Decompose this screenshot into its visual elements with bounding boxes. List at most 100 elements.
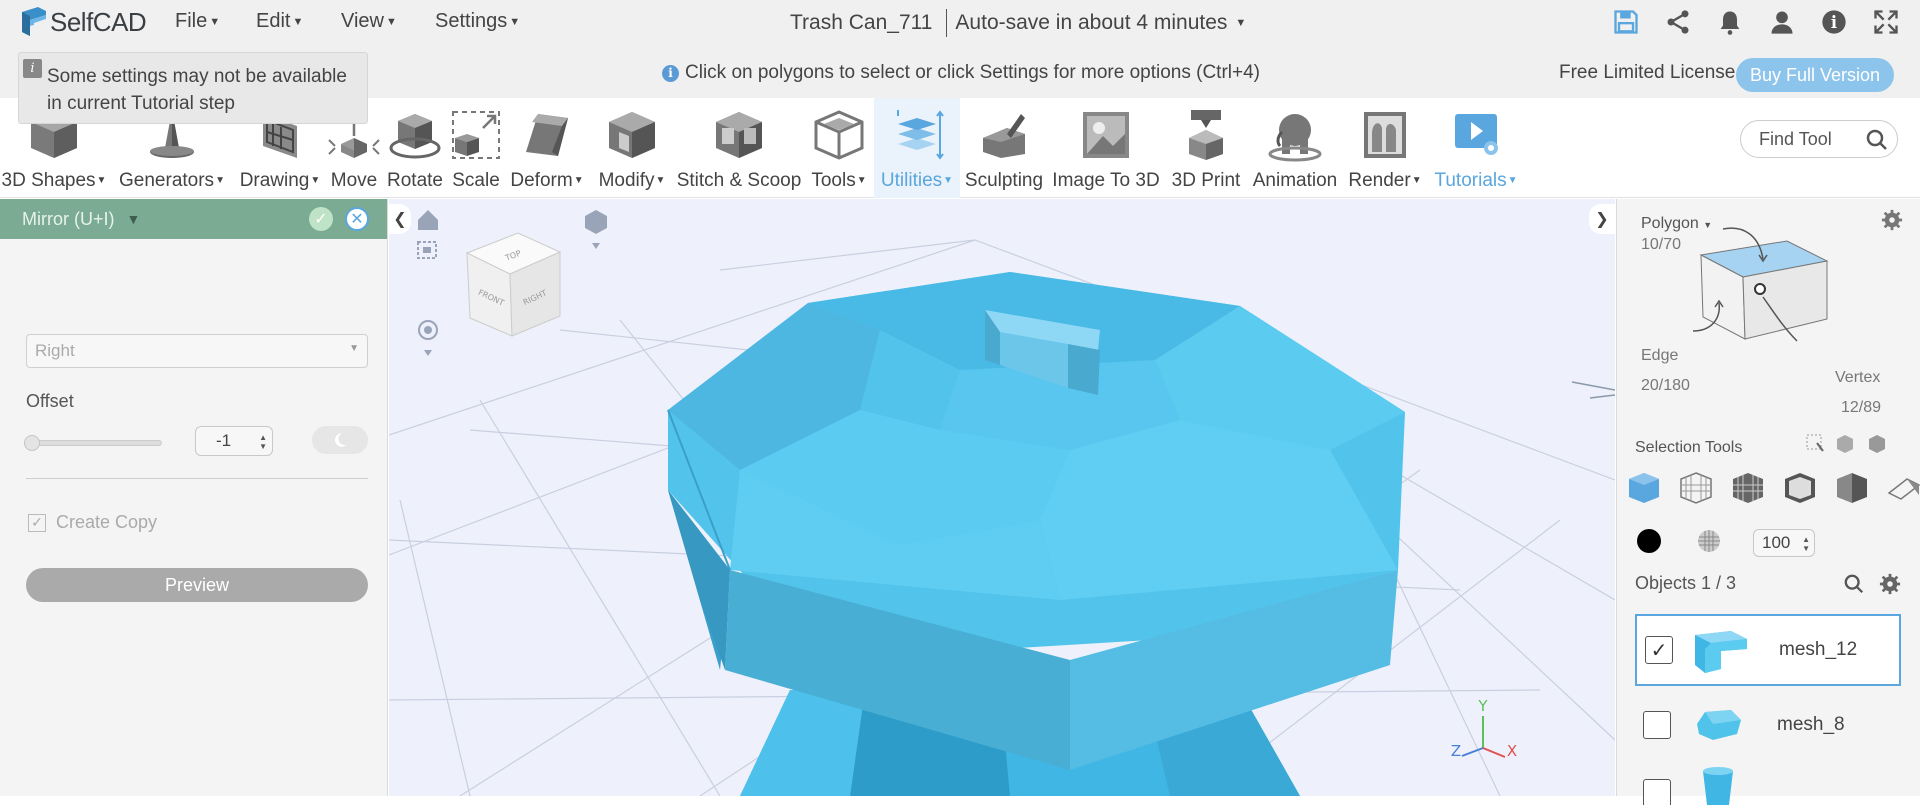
mesh-8-thumbnail: [1697, 710, 1741, 740]
tool-animation[interactable]: Animation: [1248, 98, 1342, 198]
user-icon[interactable]: [1768, 8, 1796, 36]
share-icon[interactable]: [1664, 8, 1692, 36]
confirm-icon[interactable]: ✓: [309, 207, 333, 231]
axis-x-label: X: [1507, 742, 1517, 760]
opacity-value: 100: [1762, 533, 1791, 552]
texture-icon[interactable]: [1697, 529, 1721, 553]
sculpting-icon: [983, 114, 1025, 158]
tool-tools[interactable]: Tools▼: [808, 98, 870, 198]
buy-full-version-button[interactable]: Buy Full Version: [1736, 58, 1894, 92]
expand-right-panel-icon[interactable]: ❯: [1589, 204, 1615, 234]
magnet-toggle[interactable]: [312, 426, 368, 454]
tool-scale[interactable]: Scale: [450, 98, 502, 198]
offset-slider-thumb[interactable]: [24, 435, 40, 451]
select-wireframe-icon[interactable]: [1679, 471, 1713, 505]
menu-view[interactable]: View ▼: [341, 10, 397, 33]
preview-button[interactable]: Preview: [26, 568, 368, 602]
edge-count: 20/180: [1641, 377, 1690, 394]
offset-stepper[interactable]: -1 ▲ ▼: [195, 426, 273, 456]
tool-3d-print-label: 3D Print: [1171, 170, 1241, 191]
select-volume-icon[interactable]: [1835, 471, 1869, 505]
find-tool-placeholder: Find Tool: [1759, 128, 1832, 149]
gear-icon[interactable]: [1879, 573, 1901, 595]
trash-can-mesh[interactable]: [667, 272, 1405, 796]
checkbox-icon[interactable]: ✓: [1645, 636, 1673, 664]
tool-sculpting[interactable]: Sculpting: [962, 98, 1046, 198]
find-tool-search[interactable]: Find Tool: [1740, 120, 1898, 158]
3d-viewport[interactable]: TOP FRONT RIGHT Y X Z: [389, 199, 1615, 796]
view-cube[interactable]: TOP FRONT RIGHT: [465, 232, 562, 337]
search-icon[interactable]: [1865, 128, 1889, 152]
stitch-scoop-icon: [716, 112, 762, 158]
home-view-icon[interactable]: [418, 210, 438, 230]
vertex-label[interactable]: Vertex: [1835, 369, 1880, 387]
tool-render[interactable]: Render▼: [1346, 98, 1424, 198]
tool-stitch-scoop[interactable]: Stitch & Scoop: [676, 98, 802, 198]
tutorial-notice-text: Some settings may not be available in cu…: [47, 66, 347, 114]
checkbox-icon[interactable]: [1643, 779, 1671, 805]
tool-deform[interactable]: Deform▼: [506, 98, 588, 198]
menu-edit[interactable]: Edit ▼: [256, 10, 303, 33]
object-row-partial[interactable]: [1635, 765, 1901, 805]
gear-icon[interactable]: [1881, 209, 1903, 231]
caret-down-icon[interactable]: ▼: [127, 211, 141, 227]
tool-3d-print[interactable]: 3D Print: [1166, 98, 1246, 198]
tool-image-to-3d[interactable]: Image To 3D: [1052, 98, 1160, 198]
save-icon[interactable]: [1612, 8, 1640, 36]
select-grid-icon[interactable]: [1731, 471, 1765, 505]
menu-settings[interactable]: Settings ▼: [435, 10, 520, 33]
tool-move-label: Move: [330, 170, 378, 191]
select-all-icon[interactable]: [1837, 435, 1853, 453]
object-row-mesh-8[interactable]: mesh_8: [1635, 689, 1901, 761]
checkbox-icon[interactable]: [1643, 711, 1671, 739]
selection-mode-diagram[interactable]: [1687, 219, 1847, 359]
tool-utilities[interactable]: Utilities▼: [874, 98, 960, 198]
document-title[interactable]: Trash Can_711: [790, 11, 932, 35]
search-icon[interactable]: [1843, 573, 1865, 595]
selfcad-logo[interactable]: SelfCAD: [18, 4, 147, 40]
select-plane-icon[interactable]: [1887, 471, 1920, 505]
bell-icon[interactable]: [1716, 8, 1744, 36]
offset-label: Offset: [26, 391, 74, 411]
vertex-count: 12/89: [1841, 399, 1882, 416]
mirror-direction-select[interactable]: Right ▼: [26, 334, 368, 368]
edge-label[interactable]: Edge: [1641, 347, 1678, 365]
stepper-arrows-icon[interactable]: ▲ ▼: [1802, 535, 1810, 553]
autosave-status[interactable]: Auto-save in about 4 minutes: [955, 11, 1227, 35]
object-row-mesh-12[interactable]: ✓ mesh_12: [1635, 614, 1901, 686]
box-select-icon[interactable]: [1806, 434, 1824, 452]
menu-file[interactable]: File ▼: [175, 10, 220, 33]
select-faces-icon[interactable]: [1627, 471, 1661, 505]
select-solid-icon[interactable]: [1783, 471, 1817, 505]
frame-selection-icon[interactable]: [417, 241, 437, 259]
object-name: mesh_12: [1779, 639, 1858, 660]
caret-down-icon[interactable]: ▼: [1235, 17, 1246, 29]
render-icon: [1364, 112, 1406, 158]
stepper-arrows-icon[interactable]: ▲ ▼: [259, 433, 267, 451]
help-icon[interactable]: i: [1820, 8, 1848, 36]
license-label: Free Limited License: [1559, 62, 1736, 83]
checkbox-icon[interactable]: ✓: [28, 513, 46, 532]
tool-rotate[interactable]: Rotate: [384, 98, 446, 198]
tool-scale-label: Scale: [452, 170, 500, 191]
close-icon[interactable]: ✕: [345, 207, 369, 231]
selfcad-logo-icon: [22, 7, 46, 36]
create-copy-checkbox[interactable]: ✓ Create Copy: [28, 512, 157, 533]
scene-canvas[interactable]: TOP FRONT RIGHT Y X Z: [389, 199, 1615, 796]
perspective-cube-icon[interactable]: [585, 210, 607, 249]
tool-modify[interactable]: Modify▼: [594, 98, 670, 198]
color-picker[interactable]: [1637, 529, 1661, 553]
create-copy-label: Create Copy: [56, 512, 158, 532]
offset-slider-track[interactable]: [28, 440, 162, 446]
panel-divider: [26, 478, 368, 479]
fullscreen-icon[interactable]: [1872, 8, 1900, 36]
top-icons: i: [1612, 8, 1900, 36]
tool-tutorials[interactable]: Tutorials▼: [1428, 98, 1524, 198]
camera-orbit-icon[interactable]: [418, 320, 438, 356]
tool-options-panel: Mirror (U+I) ▼ ✓ ✕: [0, 199, 388, 796]
collapse-left-panel-icon[interactable]: ❮: [389, 204, 411, 234]
opacity-stepper[interactable]: 100 ▲ ▼: [1753, 529, 1815, 557]
document-title-area: Trash Can_711 Auto-save in about 4 minut…: [790, 9, 1246, 37]
select-object-icon[interactable]: [1869, 435, 1885, 453]
tool-sculpting-label: Sculpting: [964, 170, 1044, 191]
